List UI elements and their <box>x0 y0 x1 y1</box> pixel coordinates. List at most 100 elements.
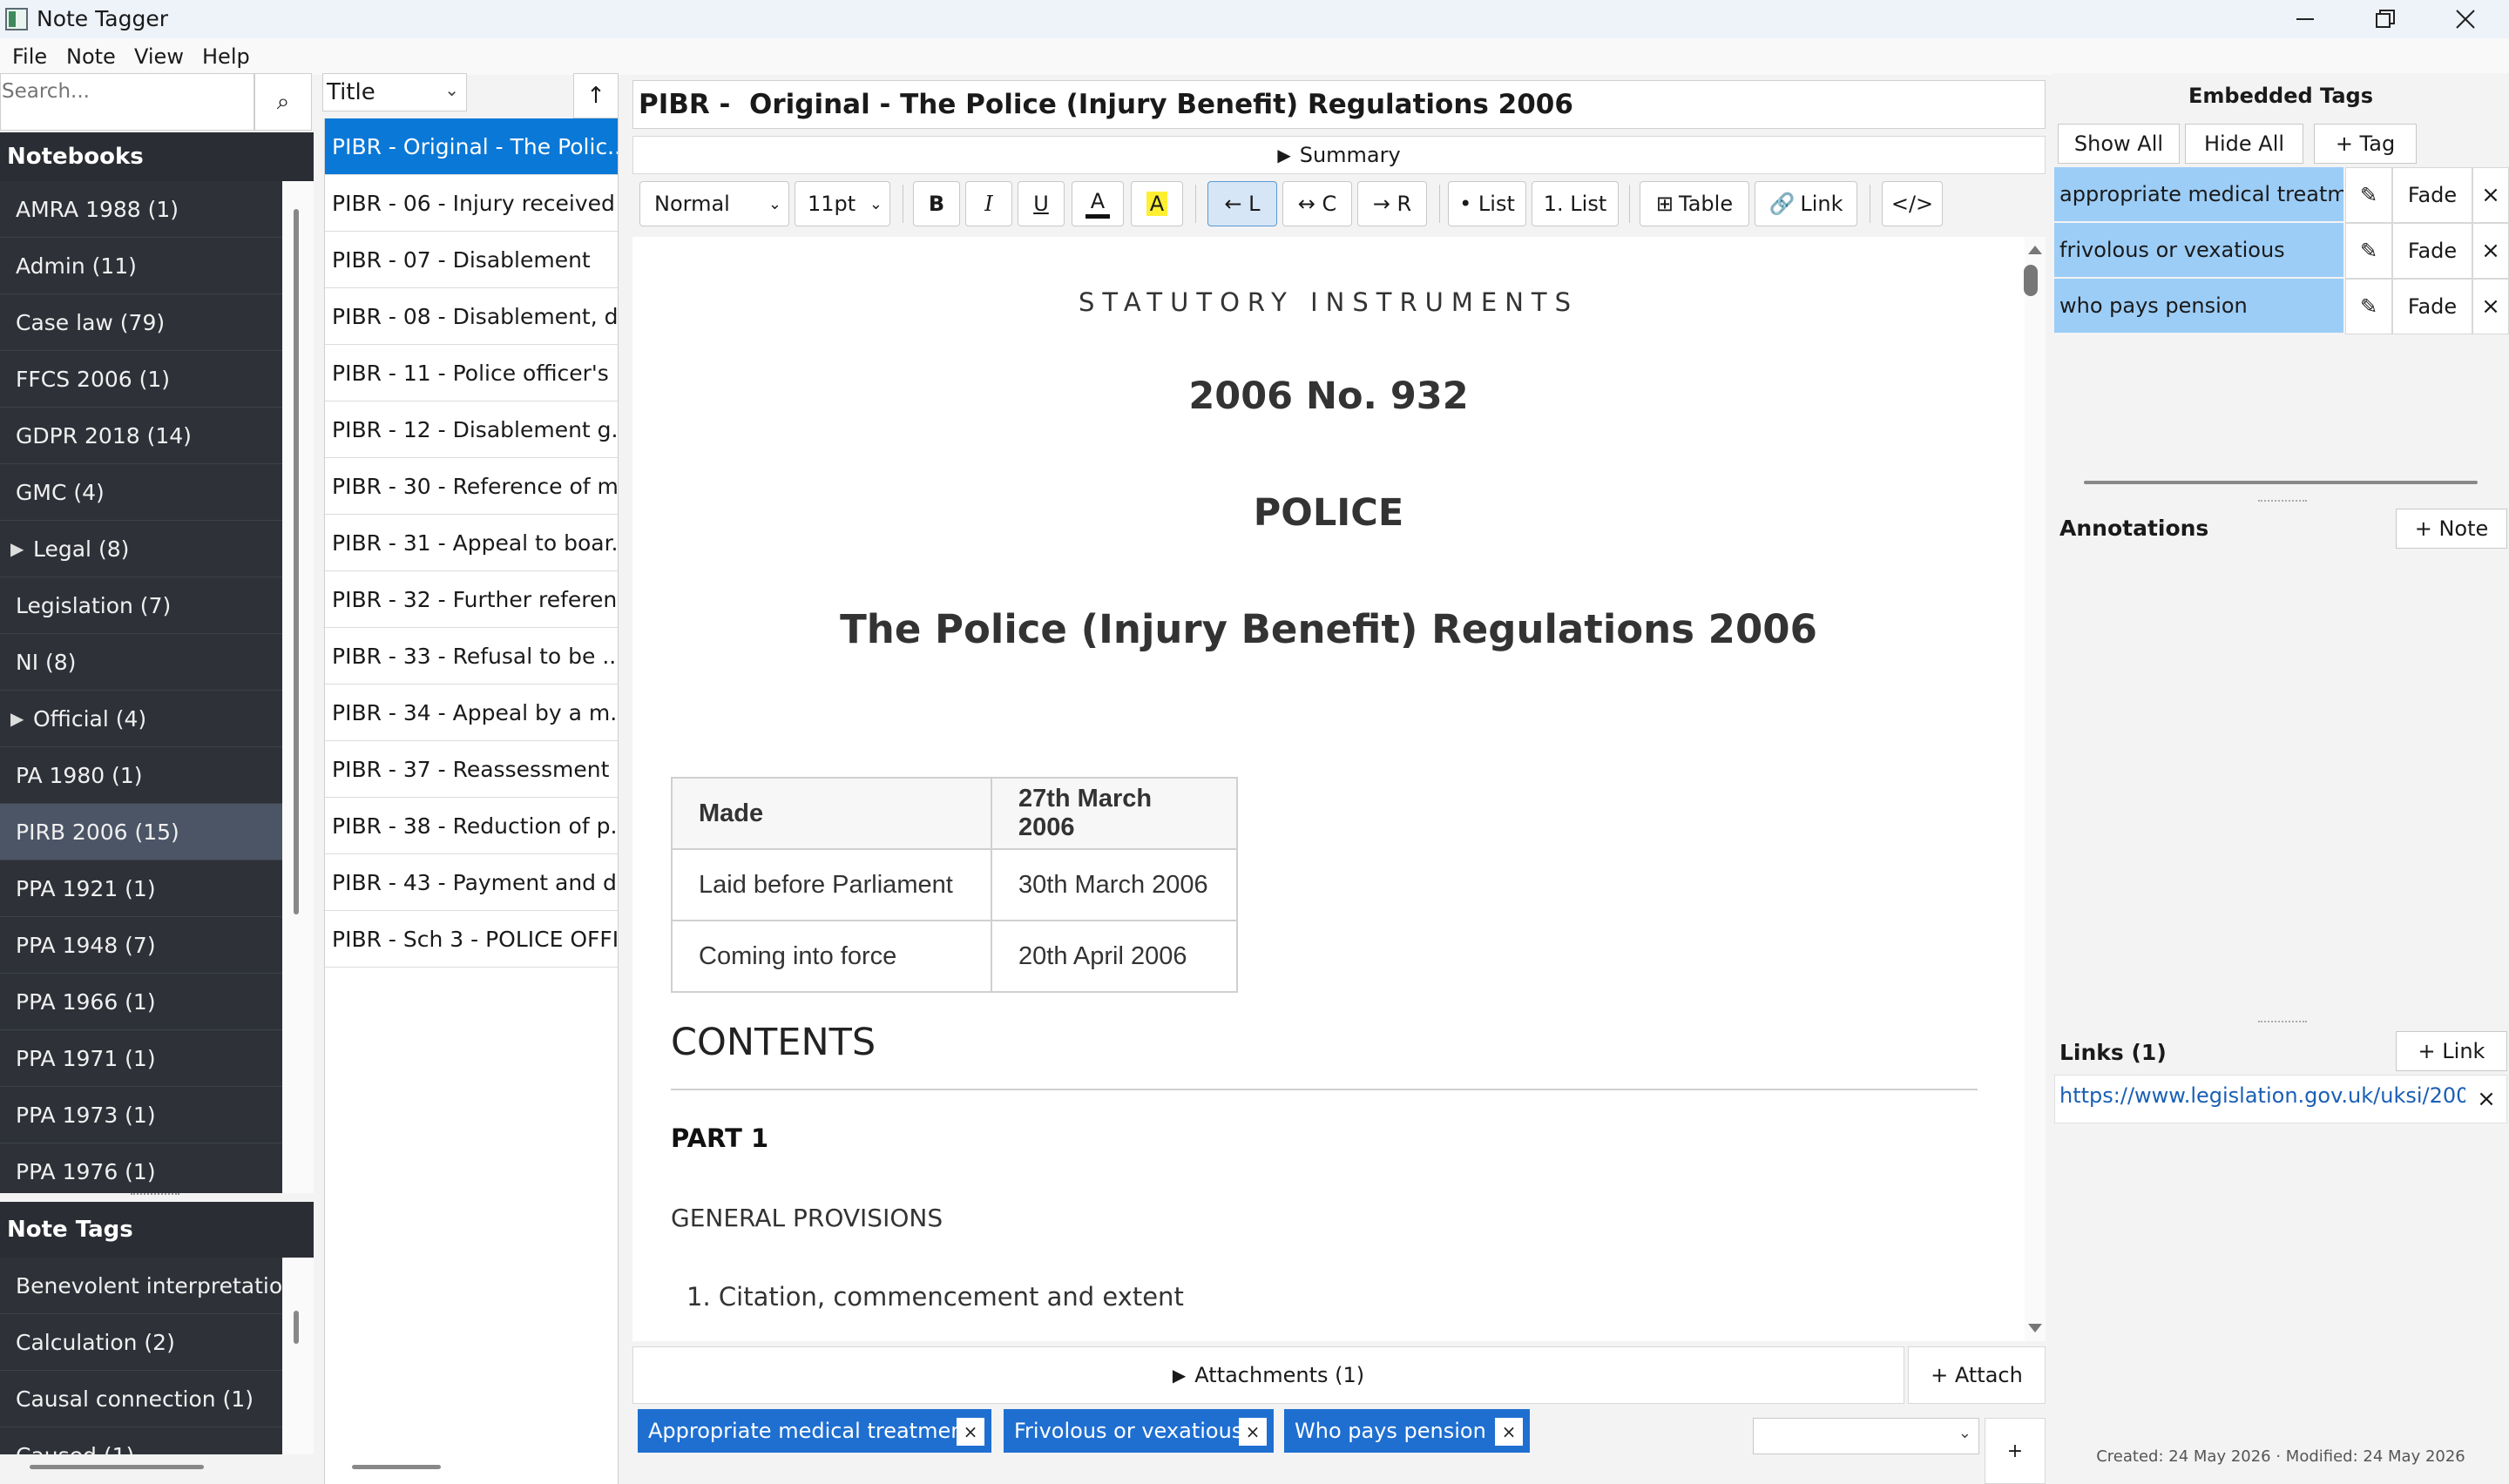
bullet-list-button[interactable]: • List <box>1448 181 1526 226</box>
minimize-button[interactable] <box>2265 0 2345 38</box>
add-tag-combobox[interactable]: ⌄ <box>1753 1418 1979 1454</box>
note-list-item[interactable]: PIBR - 38 - Reduction of p... <box>325 798 618 854</box>
search-button[interactable]: ⌕ <box>254 73 312 131</box>
link-url[interactable]: https://www.legislation.gov.uk/uksi/2006… <box>2059 1083 2465 1108</box>
tag-chip[interactable]: Appropriate medical treatment × <box>638 1409 991 1453</box>
edit-tag-button[interactable]: ✎ <box>2345 279 2392 334</box>
notebooks-scroll-thumb[interactable] <box>294 209 299 914</box>
italic-button[interactable]: I <box>965 181 1012 226</box>
menu-help[interactable]: Help <box>202 42 250 71</box>
remove-embedded-tag-button[interactable]: × <box>2472 223 2509 279</box>
note-list-item[interactable]: PIBR - 33 - Refusal to be ... <box>325 628 618 685</box>
left-horizontal-scrollbar[interactable] <box>0 1454 314 1484</box>
remove-embedded-tag-button[interactable]: × <box>2472 167 2509 223</box>
note-tag-item[interactable]: Caused (1) <box>0 1427 282 1455</box>
panel-splitter[interactable] <box>2258 500 2307 505</box>
note-list-item[interactable]: PIBR - 43 - Payment and d... <box>325 854 618 911</box>
notebook-item[interactable]: ▶ Legal (8) <box>0 521 282 577</box>
add-annotation-button[interactable]: + Note <box>2396 509 2507 549</box>
note-tag-item[interactable]: Causal connection (1) <box>0 1371 282 1427</box>
sort-field-select[interactable]: Title ⌄ <box>322 73 467 111</box>
note-list-item[interactable]: PIBR - 11 - Police officer's ... <box>325 345 618 401</box>
underline-button[interactable]: U <box>1018 181 1065 226</box>
fade-tag-button[interactable]: Fade <box>2392 223 2472 279</box>
tag-chip[interactable]: Frivolous or vexatious × <box>1004 1409 1274 1453</box>
notebook-item[interactable]: ▶ Official (4) <box>0 691 282 747</box>
note-list-item[interactable]: PIBR - 31 - Appeal to boar... <box>325 515 618 571</box>
note-list-item-selected[interactable]: PIBR - Original - The Polic... <box>325 118 618 175</box>
notebook-item[interactable]: PPA 1966 (1) <box>0 974 282 1030</box>
numbered-list-button[interactable]: 1. List <box>1532 181 1619 226</box>
align-center-button[interactable]: ↔ C <box>1282 181 1352 226</box>
notebook-item[interactable]: Legislation (7) <box>0 577 282 634</box>
note-list-horizontal-scroll-thumb[interactable] <box>352 1465 441 1469</box>
notebook-item[interactable]: PPA 1971 (1) <box>0 1030 282 1087</box>
note-tags-scroll-thumb[interactable] <box>294 1311 299 1344</box>
notebook-item[interactable]: Case law (79) <box>0 294 282 351</box>
document-scrollbar[interactable] <box>2025 237 2046 1341</box>
expand-arrow-icon[interactable]: ▶ <box>10 538 24 559</box>
paragraph-style-select[interactable]: Normal ⌄ <box>639 181 789 226</box>
remove-tag-icon[interactable]: × <box>1495 1418 1523 1446</box>
left-horizontal-scroll-thumb[interactable] <box>30 1465 204 1469</box>
expand-arrow-icon[interactable]: ▶ <box>10 708 24 729</box>
remove-tag-icon[interactable]: × <box>957 1418 984 1446</box>
hide-all-button[interactable]: Hide All <box>2185 124 2303 164</box>
note-list-item[interactable]: PIBR - 34 - Appeal by a m... <box>325 685 618 741</box>
attach-button[interactable]: + Attach <box>1908 1346 2046 1404</box>
highlight-button[interactable]: A <box>1131 181 1183 226</box>
sort-direction-button[interactable]: ↑ <box>573 73 619 118</box>
note-list-item[interactable]: PIBR - 08 - Disablement, d... <box>325 288 618 345</box>
embedded-tag-label[interactable]: who pays pension <box>2054 279 2343 333</box>
document-editor[interactable]: STATUTORY INSTRUMENTS 2006 No. 932 POLIC… <box>632 237 2025 1341</box>
notebook-item[interactable]: NI (8) <box>0 634 282 691</box>
embedded-tag-label[interactable]: frivolous or vexatious <box>2054 223 2343 277</box>
attachments-toggle[interactable]: ▶ Attachments (1) <box>632 1346 1904 1404</box>
note-tag-item[interactable]: Benevolent interpretatio... <box>0 1258 282 1314</box>
note-list-item[interactable]: PIBR - 30 - Reference of m... <box>325 458 618 515</box>
notebook-item[interactable]: PPA 1948 (7) <box>0 917 282 974</box>
embedded-tag-label[interactable]: appropriate medical treatment <box>2054 167 2343 221</box>
note-list-item[interactable]: PIBR - 12 - Disablement g... <box>325 401 618 458</box>
remove-embedded-tag-button[interactable]: × <box>2472 279 2509 334</box>
scroll-down-icon[interactable] <box>2025 1320 2046 1338</box>
show-all-button[interactable]: Show All <box>2058 124 2180 164</box>
panel-splitter[interactable] <box>131 1193 179 1197</box>
font-color-button[interactable]: A <box>1072 181 1124 226</box>
tag-chip[interactable]: Who pays pension × <box>1284 1409 1530 1453</box>
close-window-button[interactable] <box>2425 0 2506 38</box>
notebook-item-selected[interactable]: PIRB 2006 (15) <box>0 804 282 860</box>
panel-splitter[interactable] <box>2258 1021 2307 1026</box>
align-left-button[interactable]: ← L <box>1207 181 1277 226</box>
notebook-item[interactable]: FFCS 2006 (1) <box>0 351 282 408</box>
font-size-select[interactable]: 11pt ⌄ <box>795 181 890 226</box>
notebook-item[interactable]: GMC (4) <box>0 464 282 521</box>
note-list-item[interactable]: PIBR - Sch 3 - POLICE OFFI... <box>325 911 618 968</box>
add-embedded-tag-button[interactable]: + Tag <box>2314 124 2417 164</box>
notebook-item[interactable]: PA 1980 (1) <box>0 747 282 804</box>
fade-tag-button[interactable]: Fade <box>2392 279 2472 334</box>
note-list-item[interactable]: PIBR - 32 - Further referen... <box>325 571 618 628</box>
note-tags-scrollbar[interactable] <box>282 1258 314 1454</box>
restore-button[interactable] <box>2345 0 2425 38</box>
note-list-item[interactable]: PIBR - 06 - Injury received ... <box>325 175 618 232</box>
doc-contents-entry[interactable]: 1. Citation, commencement and extent <box>686 1282 1184 1312</box>
notebook-item[interactable]: PPA 1976 (1) <box>0 1143 282 1193</box>
embedded-tags-scroll-thumb[interactable] <box>2084 481 2478 484</box>
scroll-up-icon[interactable] <box>2025 240 2046 258</box>
notebook-item[interactable]: PPA 1921 (1) <box>0 860 282 917</box>
bold-button[interactable]: B <box>913 181 960 226</box>
insert-table-button[interactable]: ⊞ Table <box>1640 181 1749 226</box>
notebook-item[interactable]: PPA 1973 (1) <box>0 1087 282 1143</box>
edit-tag-button[interactable]: ✎ <box>2345 167 2392 223</box>
remove-tag-icon[interactable]: × <box>1239 1418 1267 1446</box>
menu-file[interactable]: File <box>12 42 47 71</box>
search-input[interactable] <box>2 77 246 106</box>
source-code-button[interactable]: </> <box>1882 181 1943 226</box>
note-list-item[interactable]: PIBR - 07 - Disablement <box>325 232 618 288</box>
menu-note[interactable]: Note <box>66 42 116 71</box>
add-tag-button[interactable]: + <box>1985 1418 2046 1484</box>
remove-link-button[interactable]: × <box>2469 1078 2504 1120</box>
notebook-item[interactable]: GDPR 2018 (14) <box>0 408 282 464</box>
fade-tag-button[interactable]: Fade <box>2392 167 2472 223</box>
